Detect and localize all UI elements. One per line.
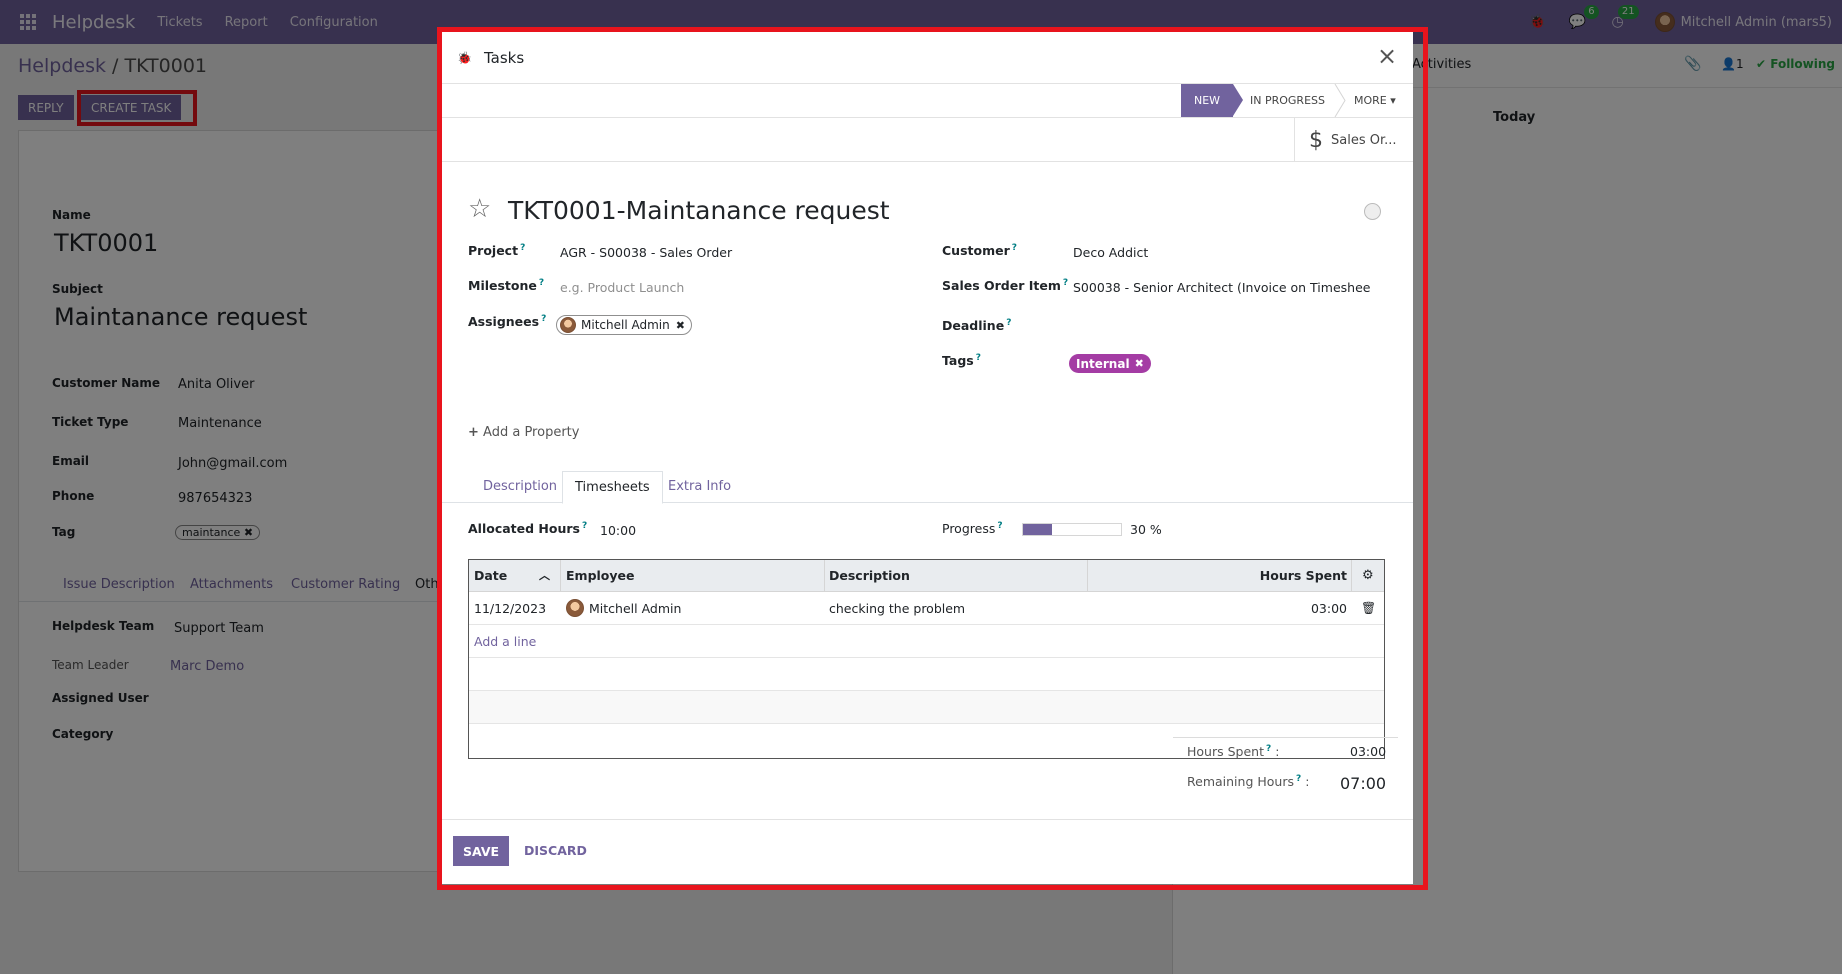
project-field[interactable]: AGR - S00038 - Sales Order xyxy=(560,245,732,260)
trash-icon[interactable]: 🗑 xyxy=(1361,592,1376,625)
column-settings-icon[interactable]: ⚙ xyxy=(1362,560,1374,592)
assignee-name: Mitchell Admin xyxy=(581,318,670,332)
col-separator xyxy=(560,560,561,592)
task-name-input[interactable]: TKT0001-Maintanance request xyxy=(508,196,890,225)
stage-separator xyxy=(1334,84,1346,117)
col-description[interactable]: Description xyxy=(829,560,910,592)
stage-in-progress[interactable]: IN PROGRESS xyxy=(1250,84,1325,117)
employee-avatar xyxy=(566,599,584,617)
table-header: Date ︿ Employee Description Hours Spent … xyxy=(469,560,1384,592)
tab-extra-info[interactable]: Extra Info xyxy=(656,471,743,503)
sales-order-smart-button[interactable]: $ Sales Or... xyxy=(1294,118,1413,162)
customer-field[interactable]: Deco Addict xyxy=(1073,245,1148,260)
col-hours-spent[interactable]: Hours Spent xyxy=(1260,560,1347,592)
cell-employee[interactable]: Mitchell Admin xyxy=(589,592,681,625)
smart-button-row: $ Sales Or... xyxy=(442,118,1413,162)
tag-internal-label: Internal xyxy=(1076,356,1130,371)
allocated-hours-label: Allocated Hours? xyxy=(468,521,588,537)
deadline-label: Deadline? xyxy=(942,318,1012,334)
assignee-avatar xyxy=(560,317,576,333)
tab-description[interactable]: Description xyxy=(471,471,569,503)
kanban-state-indicator[interactable] xyxy=(1364,203,1381,220)
add-line-row: Add a line xyxy=(469,625,1384,658)
table-row[interactable]: 11/12/2023 Mitchell Admin checking the p… xyxy=(469,592,1384,625)
stage-statusbar: NEW IN PROGRESS MORE ▾ xyxy=(442,84,1413,118)
assignee-chip[interactable]: Mitchell Admin ✖ xyxy=(556,315,692,335)
save-button[interactable]: SAVE xyxy=(453,836,510,866)
progress-text: 30 % xyxy=(1130,522,1162,537)
sales-order-item-label: Sales Order Item? xyxy=(942,278,1069,294)
customer-label: Customer? xyxy=(942,243,1017,259)
sort-ascending-icon[interactable]: ︿ xyxy=(539,560,550,592)
cell-date[interactable]: 11/12/2023 xyxy=(474,592,546,625)
close-icon[interactable]: × xyxy=(1373,42,1401,70)
dialog-title: Tasks xyxy=(483,48,525,67)
col-date[interactable]: Date xyxy=(474,560,507,592)
progress-fill xyxy=(1023,524,1053,535)
milestone-field[interactable]: e.g. Product Launch xyxy=(560,280,684,295)
stage-more-label: MORE xyxy=(1354,94,1387,107)
debug-bug-icon[interactable]: 🐞 xyxy=(457,51,472,65)
discard-button[interactable]: DISCARD xyxy=(518,836,593,866)
milestone-label: Milestone? xyxy=(468,278,545,294)
empty-row xyxy=(469,691,1384,724)
col-employee[interactable]: Employee xyxy=(566,560,635,592)
progress-label: Progress? xyxy=(942,521,1003,537)
col-separator xyxy=(824,560,825,592)
progress-bar xyxy=(1022,523,1122,536)
timesheet-table: Date ︿ Employee Description Hours Spent … xyxy=(468,559,1385,759)
assignees-label: Assignees? xyxy=(468,314,547,330)
totals-divider xyxy=(1173,737,1398,738)
empty-row xyxy=(469,658,1384,691)
task-dialog: 🐞 Tasks × NEW IN PROGRESS MORE ▾ $ Sales… xyxy=(442,32,1413,884)
tab-timesheets[interactable]: Timesheets xyxy=(562,471,663,504)
remaining-hours-value: 07:00 xyxy=(1340,774,1387,793)
tag-internal[interactable]: Internal ✖ xyxy=(1069,354,1151,373)
dialog-footer: SAVE DISCARD xyxy=(442,819,1413,884)
dollar-icon: $ xyxy=(1309,127,1323,153)
project-label: Project? xyxy=(468,243,526,259)
cell-description[interactable]: checking the problem xyxy=(829,592,965,625)
allocated-hours-field[interactable]: 10:00 xyxy=(600,523,636,538)
remove-icon[interactable]: ✖ xyxy=(1135,357,1144,370)
col-separator xyxy=(1087,560,1088,592)
add-line-link[interactable]: Add a line xyxy=(474,625,536,658)
remaining-hours-label: Remaining Hours? : xyxy=(1187,774,1310,790)
add-property-label: Add a Property xyxy=(483,425,580,440)
stage-more-dropdown[interactable]: MORE ▾ xyxy=(1354,84,1396,117)
dialog-header: 🐞 Tasks × xyxy=(442,32,1413,84)
remove-icon[interactable]: ✖ xyxy=(676,319,685,332)
col-separator xyxy=(1351,560,1352,592)
sales-order-label: Sales Or... xyxy=(1331,132,1397,148)
tags-label: Tags? xyxy=(942,353,981,369)
sales-order-item-field[interactable]: S00038 - Senior Architect (Invoice on Ti… xyxy=(1073,280,1370,295)
notebook-tabs: Description Timesheets Extra Info xyxy=(442,471,1413,504)
add-property-button[interactable]: + Add a Property xyxy=(468,425,579,440)
hours-spent-total-label: Hours Spent? : xyxy=(1187,744,1280,760)
stage-new[interactable]: NEW xyxy=(1181,84,1243,117)
caret-down-icon: ▾ xyxy=(1390,94,1396,107)
priority-star-icon[interactable]: ☆ xyxy=(468,194,491,224)
hours-spent-total-value: 03:00 xyxy=(1350,744,1387,759)
cell-hours[interactable]: 03:00 xyxy=(1311,592,1347,625)
